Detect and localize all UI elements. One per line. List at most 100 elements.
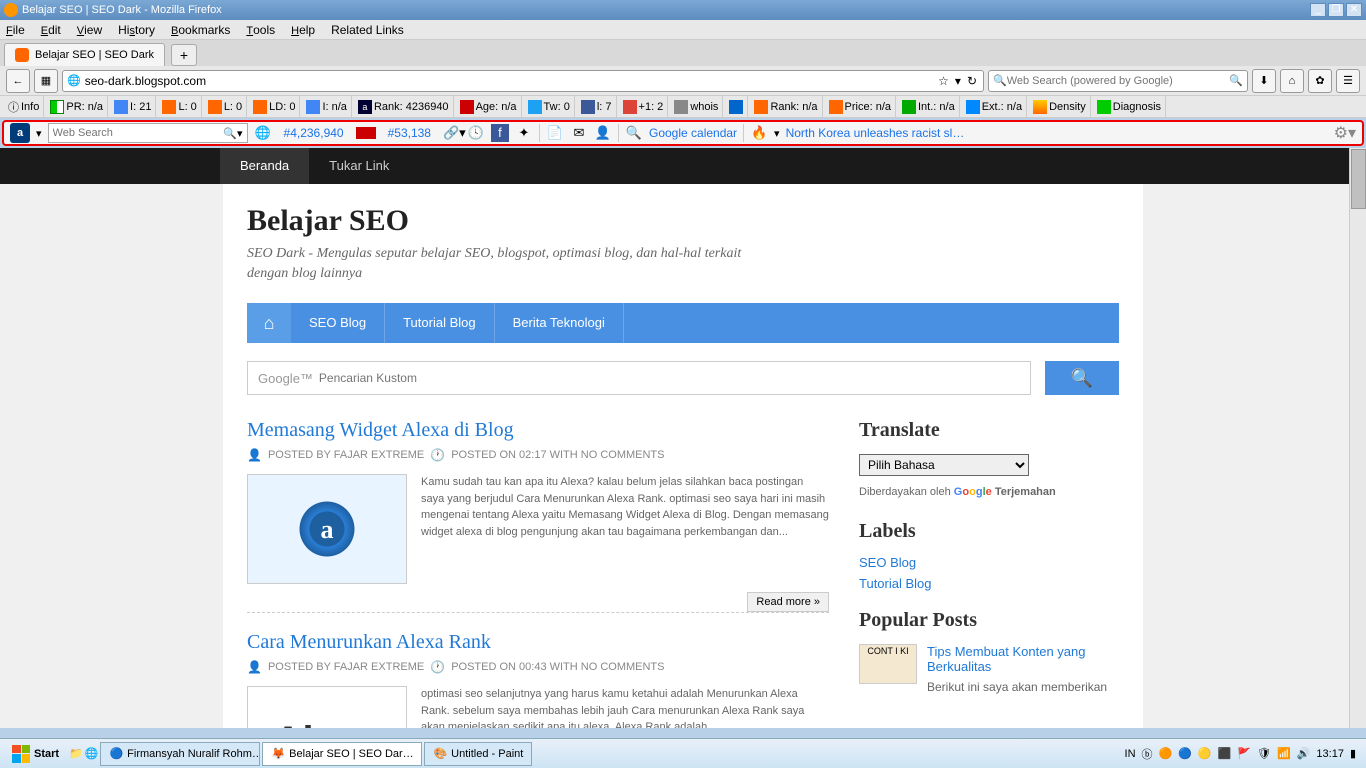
quicklaunch-icon[interactable]: 📁 bbox=[69, 747, 83, 760]
contact-icon[interactable]: 👤 bbox=[594, 124, 612, 142]
search-input[interactable] bbox=[1007, 75, 1230, 87]
menu-seo[interactable]: SEO Blog bbox=[291, 303, 385, 343]
post-image[interactable]: a bbox=[247, 474, 407, 584]
tb-int[interactable]: Int.: n/a bbox=[898, 96, 960, 117]
tb-diag[interactable]: Diagnosis bbox=[1093, 96, 1166, 117]
tb-ext[interactable]: Ext.: n/a bbox=[962, 96, 1027, 117]
news-dropdown-icon[interactable]: ▾ bbox=[774, 127, 780, 140]
tb-in[interactable]: I: n/a bbox=[302, 96, 351, 117]
tb-info[interactable]: ⓘ Info bbox=[4, 96, 44, 117]
addon1-icon[interactable]: ✿ bbox=[1308, 69, 1332, 93]
maximize-button[interactable]: ❐ bbox=[1328, 3, 1344, 17]
alexa-search-input[interactable] bbox=[53, 127, 224, 139]
link-icon[interactable]: 🔗▾ bbox=[443, 124, 461, 142]
doc-icon[interactable]: 📄 bbox=[546, 124, 564, 142]
star-icon[interactable]: ☆ bbox=[936, 74, 951, 88]
menu-file[interactable]: File bbox=[6, 23, 25, 37]
tb-age[interactable]: Age: n/a bbox=[456, 96, 522, 117]
close-button[interactable]: ✕ bbox=[1346, 3, 1362, 17]
tb-pr[interactable]: PR: n/a bbox=[46, 96, 108, 117]
alexa-search-icon[interactable]: 🔍▾ bbox=[223, 127, 242, 140]
popular-link[interactable]: Tips Membuat Konten yang Berkualitas bbox=[927, 644, 1119, 674]
nav-beranda[interactable]: Beranda bbox=[220, 148, 309, 184]
reload-button[interactable]: ↻ bbox=[965, 74, 979, 88]
toolbar-gear-icon[interactable]: ⚙▾ bbox=[1334, 123, 1356, 143]
lang-indicator[interactable]: IN bbox=[1125, 748, 1136, 760]
tb-ld[interactable]: LD: 0 bbox=[249, 96, 300, 117]
tray-flag-icon[interactable]: 🚩 bbox=[1237, 747, 1251, 760]
readmore-button[interactable]: Read more » bbox=[747, 592, 829, 612]
url-input[interactable] bbox=[85, 74, 932, 88]
minimize-button[interactable]: _ bbox=[1310, 3, 1326, 17]
browser-search[interactable]: 🔍 🔍 bbox=[988, 70, 1248, 92]
label-link[interactable]: SEO Blog bbox=[859, 555, 1119, 570]
browser-tab[interactable]: Belajar SEO | SEO Dark bbox=[4, 43, 165, 66]
menu-edit[interactable]: Edit bbox=[41, 23, 61, 37]
dropdown-icon[interactable]: ▾ bbox=[953, 74, 963, 88]
tray-show-desktop[interactable]: ▮ bbox=[1350, 747, 1356, 760]
home-button[interactable]: ⌂ bbox=[1280, 69, 1304, 93]
gcal-link[interactable]: Google calendar bbox=[649, 126, 737, 140]
custom-search-input[interactable] bbox=[319, 371, 1020, 385]
fb-share-icon[interactable]: f bbox=[491, 124, 509, 142]
post-title[interactable]: Memasang Widget Alexa di Blog bbox=[247, 419, 829, 442]
tb-price[interactable]: Price: n/a bbox=[825, 96, 896, 117]
back-button[interactable]: ← bbox=[6, 69, 30, 93]
sparkle-icon[interactable]: ✦ bbox=[515, 124, 533, 142]
alexa-dropdown-icon[interactable]: ▾ bbox=[36, 127, 42, 140]
menu-help[interactable]: Help bbox=[291, 23, 315, 37]
tb-i[interactable]: I: 21 bbox=[110, 96, 156, 117]
addon2-icon[interactable]: ☰ bbox=[1336, 69, 1360, 93]
popular-thumb[interactable]: CONT I KI bbox=[859, 644, 917, 684]
task-chrome[interactable]: 🔵 Firmansyah Nuralif Rohm… bbox=[100, 742, 260, 766]
menu-tutorial[interactable]: Tutorial Blog bbox=[385, 303, 495, 343]
wayback-icon[interactable]: 🕓 bbox=[467, 124, 485, 142]
tray-clock[interactable]: 13:17 bbox=[1316, 748, 1344, 760]
tb-l1[interactable]: L: 0 bbox=[158, 96, 201, 117]
tabgroup-button[interactable]: ▦ bbox=[34, 69, 58, 93]
language-select[interactable]: Pilih Bahasa bbox=[859, 454, 1029, 476]
tb-tw[interactable]: Tw: 0 bbox=[524, 96, 575, 117]
tb-rankn[interactable]: Rank: n/a bbox=[750, 96, 822, 117]
url-bar[interactable]: 🌐 ☆ ▾ ↻ bbox=[62, 70, 984, 92]
search-button[interactable]: 🔍 bbox=[1045, 361, 1119, 395]
menu-history[interactable]: History bbox=[118, 23, 155, 37]
tray-network-icon[interactable]: 📶 bbox=[1277, 747, 1291, 760]
nav-tukar[interactable]: Tukar Link bbox=[309, 148, 409, 184]
tb-source[interactable] bbox=[725, 96, 748, 117]
search-box[interactable]: Google™ bbox=[247, 361, 1031, 395]
tb-fb[interactable]: l: 7 bbox=[577, 96, 617, 117]
menu-home-icon[interactable]: ⌂ bbox=[247, 303, 291, 343]
start-button[interactable]: Start bbox=[4, 741, 67, 767]
tray-volume-icon[interactable]: 🔊 bbox=[1297, 747, 1311, 760]
tb-whois[interactable]: whois bbox=[670, 96, 723, 117]
gcal-icon[interactable]: 🔍▾ bbox=[625, 124, 643, 142]
alexa-logo-icon[interactable]: a bbox=[10, 123, 30, 143]
tray-icon[interactable]: ⬛ bbox=[1218, 747, 1232, 760]
search-go-icon[interactable]: 🔍 bbox=[1229, 74, 1243, 87]
tray-bluetooth-icon[interactable]: ⓑ bbox=[1142, 746, 1153, 762]
tb-rank[interactable]: aRank: 4236940 bbox=[354, 96, 454, 117]
gmail-icon[interactable]: ✉ bbox=[570, 124, 588, 142]
post-image[interactable]: Alexa bbox=[247, 686, 407, 728]
menu-related[interactable]: Related Links bbox=[331, 23, 404, 37]
task-firefox[interactable]: 🦊 Belajar SEO | SEO Dar… bbox=[262, 742, 422, 766]
tb-density[interactable]: Density bbox=[1029, 96, 1091, 117]
task-paint[interactable]: 🎨 Untitled - Paint bbox=[424, 742, 532, 766]
tray-icon[interactable]: 🔵 bbox=[1178, 747, 1192, 760]
label-link[interactable]: Tutorial Blog bbox=[859, 576, 1119, 591]
news-link[interactable]: North Korea unleashes racist sl… bbox=[786, 126, 965, 140]
menu-bookmarks[interactable]: Bookmarks bbox=[171, 23, 230, 37]
tray-shield-icon[interactable]: 🛡 bbox=[1257, 747, 1271, 760]
tb-l2[interactable]: L: 0 bbox=[204, 96, 247, 117]
menu-view[interactable]: View bbox=[77, 23, 102, 37]
scroll-thumb[interactable] bbox=[1351, 149, 1366, 209]
post-title[interactable]: Cara Menurunkan Alexa Rank bbox=[247, 631, 829, 654]
tray-icon[interactable]: 🟠 bbox=[1159, 747, 1173, 760]
scrollbar[interactable] bbox=[1349, 148, 1366, 728]
download-button[interactable]: ⬇ bbox=[1252, 69, 1276, 93]
menu-tools[interactable]: Tools bbox=[246, 23, 275, 37]
tray-icon[interactable]: 🟡 bbox=[1198, 747, 1212, 760]
menu-berita[interactable]: Berita Teknologi bbox=[495, 303, 624, 343]
alexa-search[interactable]: 🔍▾ bbox=[48, 123, 248, 143]
